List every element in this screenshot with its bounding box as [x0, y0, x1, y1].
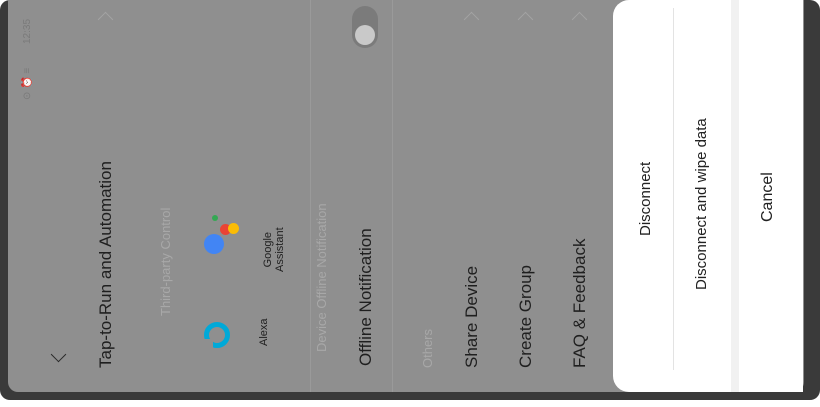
- google-blue-dot: [204, 234, 224, 254]
- google-yellow-dot: [228, 223, 239, 234]
- back-button[interactable]: [48, 345, 72, 369]
- section-divider: [310, 0, 311, 392]
- faq-feedback-row[interactable]: FAQ & Feedback: [560, 0, 602, 392]
- section-divider: [392, 0, 393, 392]
- chevron-up-icon: [463, 11, 480, 28]
- sheet-gap: [731, 0, 739, 392]
- cancel-label: Cancel: [759, 172, 776, 222]
- offline-notification-toggle[interactable]: [352, 6, 378, 48]
- share-device-row[interactable]: Share Device: [452, 0, 494, 392]
- google-green-dot: [212, 215, 218, 221]
- offline-notification-row: Offline Notification: [344, 0, 388, 392]
- create-group-row[interactable]: Create Group: [506, 0, 548, 392]
- offline-section-label: Device Offline Notification: [314, 203, 329, 352]
- faq-feedback-label: FAQ & Feedback: [570, 238, 589, 368]
- share-device-label: Share Device: [462, 265, 481, 368]
- disconnect-button[interactable]: Disconnect: [623, 0, 671, 370]
- disconnect-wipe-button[interactable]: Disconnect and wipe data: [679, 0, 727, 370]
- others-section-label: Others: [420, 328, 435, 368]
- action-sheet: Disconnect Disconnect and wipe data Canc…: [613, 0, 803, 392]
- toggle-knob: [355, 25, 375, 45]
- sheet-separator: [673, 8, 674, 370]
- alexa-label: Alexa: [258, 318, 270, 346]
- tap-to-run-row[interactable]: Tap-to-Run and Automation: [86, 0, 126, 392]
- status-indicators: ⊙ ⏰ ≡: [22, 67, 33, 100]
- google-assistant-icon: [198, 190, 243, 260]
- google-assistant-label: Google Assistant: [262, 227, 286, 272]
- phone-frame: 12:35 ⊙ ⏰ ≡ Tap-to-Run and Automation Th…: [0, 0, 820, 400]
- create-group-label: Create Group: [516, 265, 535, 368]
- disconnect-wipe-label: Disconnect and wipe data: [693, 118, 710, 290]
- cancel-button[interactable]: Cancel: [741, 0, 797, 392]
- chevron-up-icon: [571, 11, 588, 28]
- status-bar: 12:35 ⊙ ⏰ ≡: [16, 0, 42, 392]
- chevron-up-icon: [97, 11, 114, 28]
- alexa-icon: [204, 322, 230, 348]
- tap-to-run-label: Tap-to-Run and Automation: [96, 161, 115, 368]
- status-time: 12:35: [22, 18, 33, 44]
- google-assistant-tile[interactable]: Google Assistant: [198, 190, 288, 285]
- offline-notification-label: Offline Notification: [356, 228, 375, 366]
- chevron-down-icon: [50, 346, 67, 363]
- chevron-up-icon: [517, 11, 534, 28]
- third-party-section-label: Third-party Control: [158, 207, 173, 316]
- disconnect-label: Disconnect: [637, 161, 654, 236]
- alexa-tile[interactable]: Alexa: [198, 300, 278, 380]
